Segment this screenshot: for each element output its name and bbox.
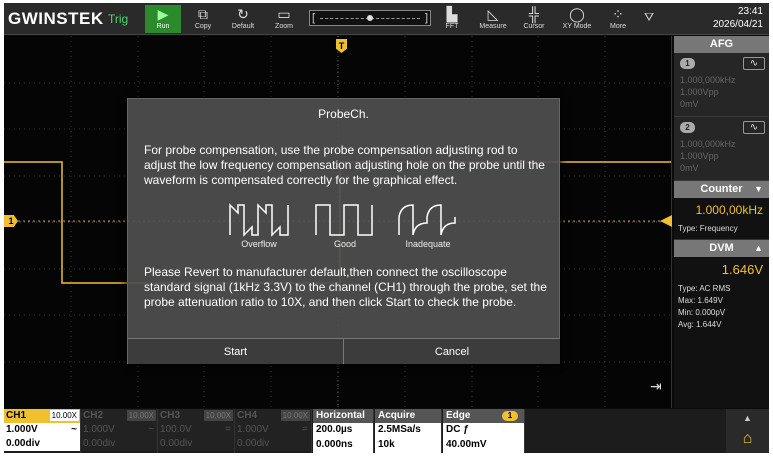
sine-wave-icon: ∿ (743, 57, 765, 70)
cancel-button[interactable]: Cancel (344, 338, 560, 364)
brand-logo: GWINSTEK (8, 9, 104, 28)
xy-icon: ◯ (569, 6, 585, 22)
wave-overflow: Overflow (224, 203, 294, 249)
usb-icon: ⛛ (644, 10, 655, 24)
zoom-button[interactable]: ▭ Zoom (266, 5, 302, 33)
dvm-header[interactable]: DVM ▲ (674, 240, 769, 257)
afg-header[interactable]: AFG (674, 36, 769, 53)
play-icon: ▶ (157, 6, 169, 22)
bracket-left-icon: [ (312, 12, 316, 24)
dialog-instructions: For probe compensation, use the probe co… (144, 143, 545, 187)
afg-channel-2[interactable]: 2 ∿ 1.000,000kHz 1.000Vpp 0mV (674, 117, 769, 181)
chevron-up-icon: ▲ (754, 243, 763, 253)
more-button[interactable]: ⁘ More (600, 5, 636, 33)
copy-icon: ⧉ (198, 6, 208, 22)
inadequate-wave-icon (398, 204, 456, 236)
dvm-avg: Avg: 1.644V (678, 320, 722, 329)
sine-wave-icon: ∿ (743, 121, 765, 134)
acquire-settings[interactable]: Acquire 2.5MSa/s 10k (375, 409, 442, 453)
more-icon: ⁘ (612, 6, 624, 22)
chevron-up-icon: ▲ (743, 413, 752, 423)
trigger-status: Trig (108, 12, 129, 26)
bottom-status-bar: CH1 10.00X 1.000V ~ 0.00div CH2 10.00X 1.0… (4, 409, 769, 453)
ch4-settings[interactable]: CH4 10.00X 1.000V = 0.00div (235, 409, 312, 453)
trigger-edge-settings[interactable]: Edge 1 DC ƒ 40.00mV (443, 409, 525, 453)
dialog-title: ProbeCh. (318, 107, 369, 121)
bracket-right-icon: ] (424, 12, 428, 24)
good-wave-icon (315, 204, 373, 236)
zoom-icon: ▭ (277, 6, 291, 22)
home-button[interactable]: ▲ ⌂ (726, 409, 769, 453)
clock: 23:41 2026/04/21 (712, 6, 763, 30)
run-button[interactable]: ▶ Run (145, 5, 181, 33)
measure-button[interactable]: ◺ Measure (475, 5, 511, 33)
dvm-max: Max: 1.649V (678, 296, 723, 305)
xy-mode-button[interactable]: ◯ XY Mode (557, 5, 597, 33)
chevron-down-icon: ▼ (754, 184, 763, 194)
ch3-settings[interactable]: CH3 10.00X 100.0V = 0.00div (158, 409, 235, 453)
counter-header[interactable]: Counter ▼ (674, 181, 769, 198)
dvm-type: Type: AC RMS (678, 284, 731, 293)
oscilloscope-screen: GWINSTEK Trig ▶ Run ⧉ Copy ↻ Default ▭ Z… (4, 3, 769, 453)
wave-inadequate: Inadequate (393, 203, 463, 249)
memory-timeline[interactable]: [ ] (309, 10, 431, 26)
cursor-icon: ╬ (529, 6, 539, 22)
ch1-settings[interactable]: CH1 10.00X 1.000V ~ 0.00div (4, 409, 81, 453)
wave-good: Good (310, 203, 380, 249)
exit-icon[interactable]: ⇥ (650, 378, 662, 395)
dvm-value: 1.646V (721, 262, 763, 277)
probe-compensation-dialog: ProbeCh. For probe compensation, use the… (127, 98, 560, 364)
start-button[interactable]: Start (128, 338, 344, 364)
home-icon: ⌂ (742, 430, 753, 447)
timeline-position[interactable] (367, 15, 373, 21)
dvm-min: Min: 0.000pV (678, 308, 726, 317)
ac-coupling-icon: ~ (71, 424, 77, 435)
right-panel: AFG 1 ∿ 1.000,000kHz 1.000Vpp 0mV 2 ∿ 1.… (674, 36, 769, 408)
cursor-button[interactable]: ╬ Cursor (516, 5, 552, 33)
reset-icon: ↻ (237, 6, 249, 22)
fft-button[interactable]: ▙ FFT (434, 5, 470, 33)
fft-icon: ▙ (446, 6, 458, 22)
overflow-wave-icon (229, 203, 289, 237)
top-toolbar: GWINSTEK Trig ▶ Run ⧉ Copy ↻ Default ▭ Z… (4, 3, 769, 35)
horizontal-settings[interactable]: Horizontal 200.0µs 0.000ns (313, 409, 374, 453)
measure-icon: ◺ (487, 6, 499, 22)
afg-channel-1[interactable]: 1 ∿ 1.000,000kHz 1.000Vpp 0mV (674, 53, 769, 117)
copy-button[interactable]: ⧉ Copy (185, 5, 221, 33)
dialog-connection-instructions: Please Revert to manufacturer default,th… (144, 265, 547, 309)
ch2-settings[interactable]: CH2 10.00X 1.000V ~ 0.00div (81, 409, 158, 453)
counter-value: 1.000,00kHz (695, 203, 763, 217)
counter-type: Type: Frequency (674, 222, 769, 240)
default-button[interactable]: ↻ Default (225, 5, 261, 33)
